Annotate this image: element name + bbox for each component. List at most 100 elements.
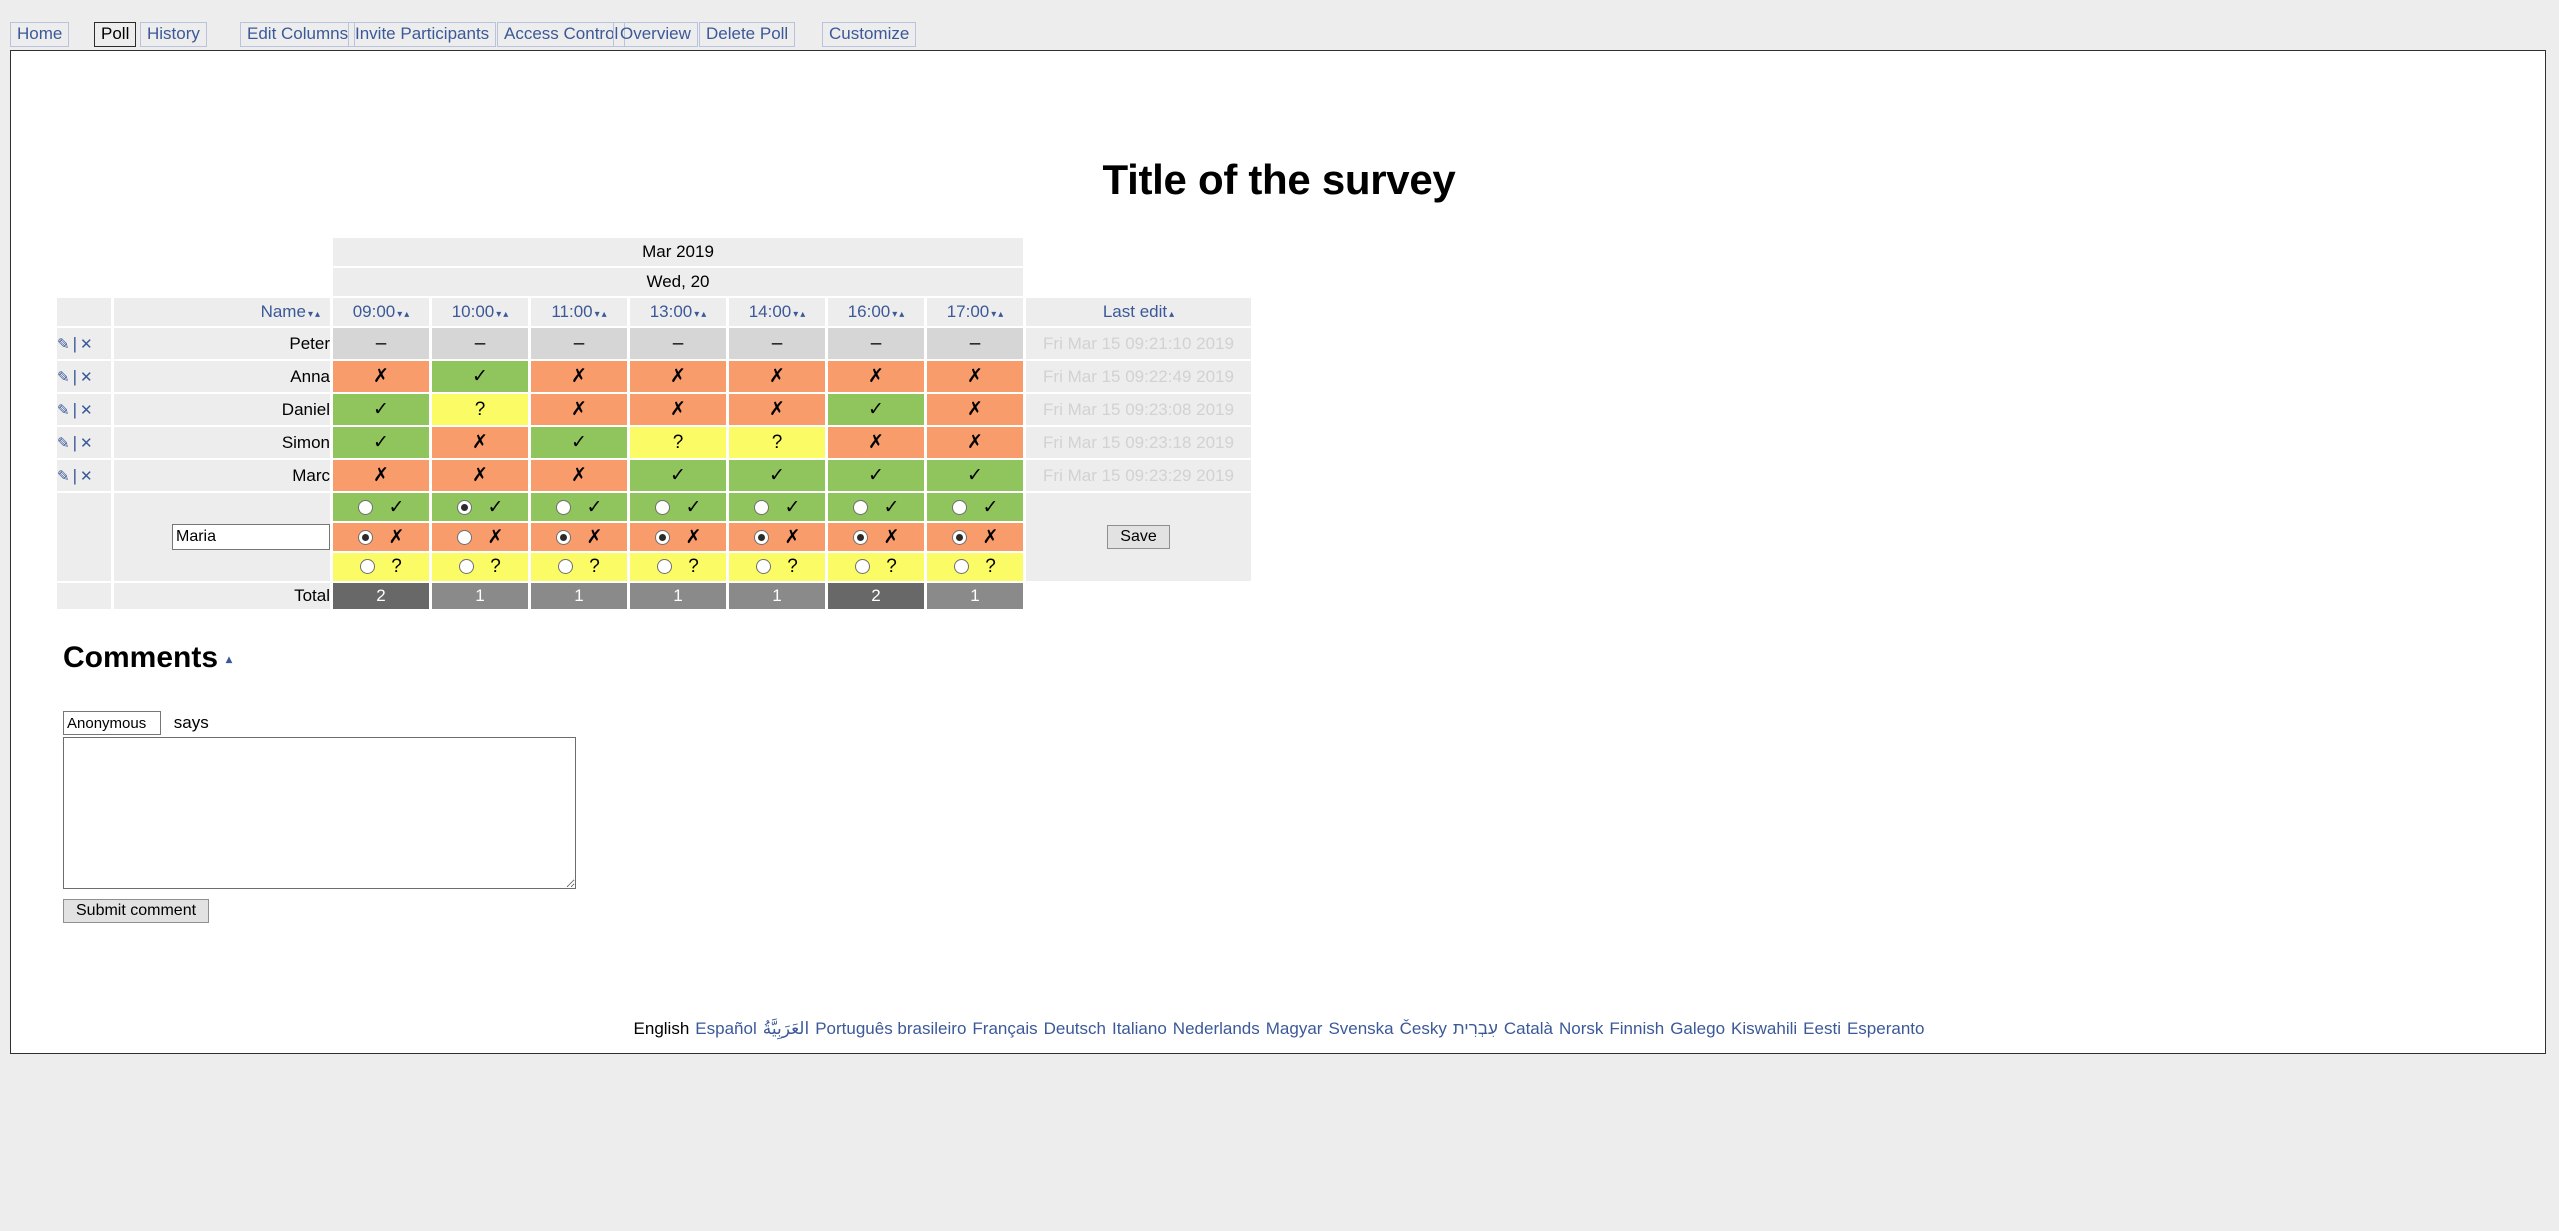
language-link[interactable]: Finnish xyxy=(1609,1019,1664,1038)
radio-no[interactable] xyxy=(357,529,373,545)
radio-yes[interactable] xyxy=(852,499,868,515)
edit-icon[interactable]: ✎ xyxy=(57,434,70,452)
vote-option-no-0900[interactable]: ✗ xyxy=(333,523,429,551)
vote-option-no-1600[interactable]: ✗ xyxy=(828,523,924,551)
radio-no[interactable] xyxy=(852,529,868,545)
sort-desc-icon[interactable]: ▾ xyxy=(308,309,313,320)
vote-option-maybe-0900[interactable]: ? xyxy=(333,553,429,581)
nav-item-overview[interactable]: Overview xyxy=(613,22,698,47)
column-header-time-1000[interactable]: 10:00 ▾ ▴ xyxy=(432,298,528,326)
column-header-last-edit[interactable]: Last edit ▴ xyxy=(1026,298,1251,326)
nav-item-home[interactable]: Home xyxy=(10,22,70,47)
language-link[interactable]: Català xyxy=(1504,1019,1553,1038)
vote-option-yes-1600[interactable]: ✓ xyxy=(828,493,924,521)
sort-asc-icon[interactable]: ▴ xyxy=(899,309,904,320)
language-link[interactable]: Esperanto xyxy=(1847,1019,1925,1038)
vote-option-yes-1300[interactable]: ✓ xyxy=(630,493,726,521)
vote-option-no-1300[interactable]: ✗ xyxy=(630,523,726,551)
vote-option-maybe-1000[interactable]: ? xyxy=(432,553,528,581)
language-link[interactable]: Česky xyxy=(1400,1019,1447,1038)
language-link[interactable]: Français xyxy=(972,1019,1037,1038)
language-link[interactable]: Nederlands xyxy=(1173,1019,1260,1038)
column-header-time-1600[interactable]: 16:00 ▾ ▴ xyxy=(828,298,924,326)
radio-yes[interactable] xyxy=(357,499,373,515)
language-link[interactable]: Kiswahili xyxy=(1731,1019,1797,1038)
sort-desc-icon[interactable]: ▾ xyxy=(892,309,897,320)
radio-no[interactable] xyxy=(951,529,967,545)
column-header-name[interactable]: Name ▾ ▴ xyxy=(114,298,330,326)
radio-maybe[interactable] xyxy=(954,559,970,575)
vote-option-no-1100[interactable]: ✗ xyxy=(531,523,627,551)
nav-item-invite-participants[interactable]: Invite Participants xyxy=(348,22,497,47)
radio-yes[interactable] xyxy=(555,499,571,515)
sort-desc-icon[interactable]: ▾ xyxy=(397,309,402,320)
radio-maybe[interactable] xyxy=(756,559,772,575)
delete-icon[interactable]: ✕ xyxy=(80,368,93,386)
radio-no[interactable] xyxy=(753,529,769,545)
vote-option-maybe-1600[interactable]: ? xyxy=(828,553,924,581)
radio-no[interactable] xyxy=(456,529,472,545)
nav-item-poll[interactable]: Poll xyxy=(94,22,137,47)
sort-desc-icon[interactable]: ▾ xyxy=(496,309,501,320)
nav-item-access-control[interactable]: Access Control xyxy=(497,22,626,47)
column-header-time-0900[interactable]: 09:00 ▾ ▴ xyxy=(333,298,429,326)
radio-maybe[interactable] xyxy=(657,559,673,575)
vote-option-yes-0900[interactable]: ✓ xyxy=(333,493,429,521)
language-link[interactable]: Português brasileiro xyxy=(815,1019,966,1038)
language-link[interactable]: עִבְרִית xyxy=(1453,1019,1498,1038)
sort-asc-icon[interactable]: ▴ xyxy=(315,309,320,320)
delete-icon[interactable]: ✕ xyxy=(80,401,93,419)
radio-maybe[interactable] xyxy=(459,559,475,575)
radio-no[interactable] xyxy=(654,529,670,545)
radio-maybe[interactable] xyxy=(855,559,871,575)
column-header-time-1300[interactable]: 13:00 ▾ ▴ xyxy=(630,298,726,326)
radio-yes[interactable] xyxy=(951,499,967,515)
nav-item-delete-poll[interactable]: Delete Poll xyxy=(699,22,796,47)
radio-yes[interactable] xyxy=(654,499,670,515)
submit-comment-button[interactable]: Submit comment xyxy=(63,899,210,923)
vote-option-yes-1700[interactable]: ✓ xyxy=(927,493,1023,521)
edit-icon[interactable]: ✎ xyxy=(57,467,70,485)
vote-option-no-1000[interactable]: ✗ xyxy=(432,523,528,551)
vote-option-no-1700[interactable]: ✗ xyxy=(927,523,1023,551)
language-link[interactable]: Svenska xyxy=(1328,1019,1393,1038)
column-header-time-1700[interactable]: 17:00 ▾ ▴ xyxy=(927,298,1023,326)
language-link[interactable]: Italiano xyxy=(1112,1019,1167,1038)
comment-textarea[interactable] xyxy=(63,737,576,889)
nav-item-customize[interactable]: Customize xyxy=(822,22,917,47)
language-link[interactable]: Deutsch xyxy=(1044,1019,1106,1038)
radio-maybe[interactable] xyxy=(360,559,376,575)
column-header-time-1100[interactable]: 11:00 ▾ ▴ xyxy=(531,298,627,326)
sort-desc-icon[interactable]: ▾ xyxy=(793,309,798,320)
vote-option-yes-1100[interactable]: ✓ xyxy=(531,493,627,521)
edit-icon[interactable]: ✎ xyxy=(57,335,70,353)
vote-option-maybe-1100[interactable]: ? xyxy=(531,553,627,581)
column-header-time-1400[interactable]: 14:00 ▾ ▴ xyxy=(729,298,825,326)
sort-asc-icon[interactable]: ▴ xyxy=(800,309,805,320)
radio-yes[interactable] xyxy=(456,499,472,515)
sort-desc-icon[interactable]: ▾ xyxy=(991,309,996,320)
sort-asc-icon[interactable]: ▴ xyxy=(998,309,1003,320)
language-link[interactable]: Norsk xyxy=(1559,1019,1603,1038)
sort-desc-icon[interactable]: ▾ xyxy=(595,309,600,320)
language-link[interactable]: Magyar xyxy=(1266,1019,1323,1038)
vote-option-no-1400[interactable]: ✗ xyxy=(729,523,825,551)
comment-author-input[interactable] xyxy=(63,711,161,735)
sort-asc-icon[interactable]: ▴ xyxy=(602,309,607,320)
sort-asc-icon[interactable]: ▴ xyxy=(1169,309,1174,320)
language-link[interactable]: Español xyxy=(695,1019,756,1038)
delete-icon[interactable]: ✕ xyxy=(80,335,93,353)
sort-asc-icon[interactable]: ▴ xyxy=(503,309,508,320)
delete-icon[interactable]: ✕ xyxy=(80,434,93,452)
language-link[interactable]: Galego xyxy=(1670,1019,1725,1038)
radio-yes[interactable] xyxy=(753,499,769,515)
vote-option-maybe-1700[interactable]: ? xyxy=(927,553,1023,581)
sort-desc-icon[interactable]: ▾ xyxy=(694,309,699,320)
vote-name-input[interactable] xyxy=(172,524,330,550)
edit-icon[interactable]: ✎ xyxy=(57,368,70,386)
edit-icon[interactable]: ✎ xyxy=(57,401,70,419)
radio-maybe[interactable] xyxy=(558,559,574,575)
nav-item-history[interactable]: History xyxy=(140,22,207,47)
language-link[interactable]: العَرَبِيَّةُ xyxy=(763,1019,809,1038)
sort-asc-icon[interactable]: ▴ xyxy=(701,309,706,320)
